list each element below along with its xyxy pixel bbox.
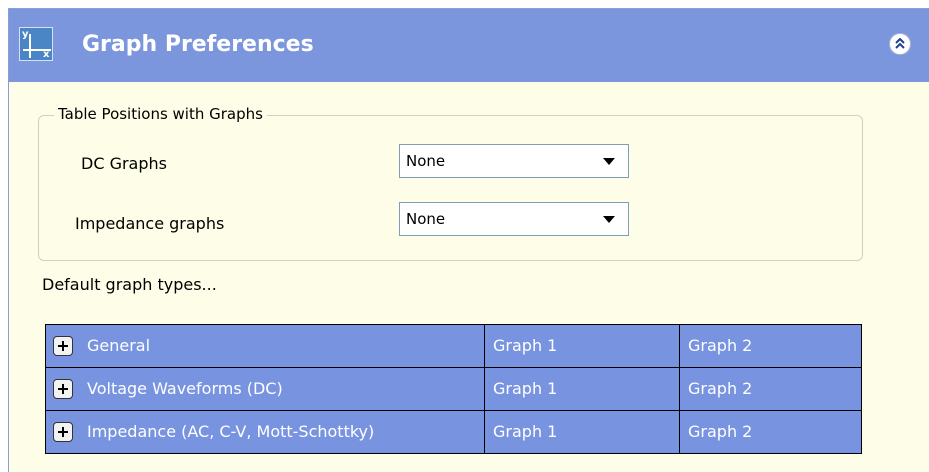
double-chevron-up-icon (895, 38, 905, 49)
dropdown-arrow-icon (603, 216, 615, 223)
expand-plus-icon[interactable] (53, 336, 73, 356)
graph-axes-icon: y x (19, 27, 53, 61)
table-positions-groupbox (38, 115, 863, 261)
graph1-cell[interactable]: Graph 1 (484, 410, 680, 454)
expand-plus-icon[interactable] (53, 422, 73, 442)
graph1-cell[interactable]: Graph 1 (484, 324, 680, 368)
collapse-button[interactable] (889, 33, 911, 55)
default-graph-types-label: Default graph types... (42, 275, 217, 294)
dc-graphs-selected-value: None (406, 152, 446, 170)
panel-header: y x Graph Preferences (9, 9, 929, 82)
graph-category-name: Voltage Waveforms (DC) (87, 379, 283, 398)
graph2-cell[interactable]: Graph 2 (679, 410, 862, 454)
dc-graphs-select[interactable]: None (399, 144, 629, 178)
impedance-graphs-label: Impedance graphs (75, 214, 225, 233)
graph-preferences-panel: y x Graph Preferences Table Positions wi… (8, 8, 929, 472)
x-axis-letter: x (43, 49, 50, 60)
table-positions-legend: Table Positions with Graphs (54, 104, 267, 124)
panel-title: Graph Preferences (82, 32, 314, 57)
default-graph-types-table: General Graph 1 Graph 2 Voltage Waveform… (45, 324, 862, 454)
y-axis-letter: y (22, 29, 29, 40)
expand-plus-icon[interactable] (53, 379, 73, 399)
graph2-cell[interactable]: Graph 2 (679, 324, 862, 368)
graph-category-name: General (87, 336, 151, 355)
table-row: Voltage Waveforms (DC) Graph 1 Graph 2 (45, 367, 862, 411)
table-row: Impedance (AC, C-V, Mott-Schottky) Graph… (45, 410, 862, 454)
dropdown-arrow-icon (603, 158, 615, 165)
impedance-graphs-selected-value: None (406, 210, 446, 228)
graph-category-name: Impedance (AC, C-V, Mott-Schottky) (87, 422, 375, 441)
graph2-cell[interactable]: Graph 2 (679, 367, 862, 411)
graph1-cell[interactable]: Graph 1 (484, 367, 680, 411)
table-row: General Graph 1 Graph 2 (45, 324, 862, 368)
impedance-graphs-select[interactable]: None (399, 202, 629, 236)
dc-graphs-label: DC Graphs (81, 154, 167, 173)
